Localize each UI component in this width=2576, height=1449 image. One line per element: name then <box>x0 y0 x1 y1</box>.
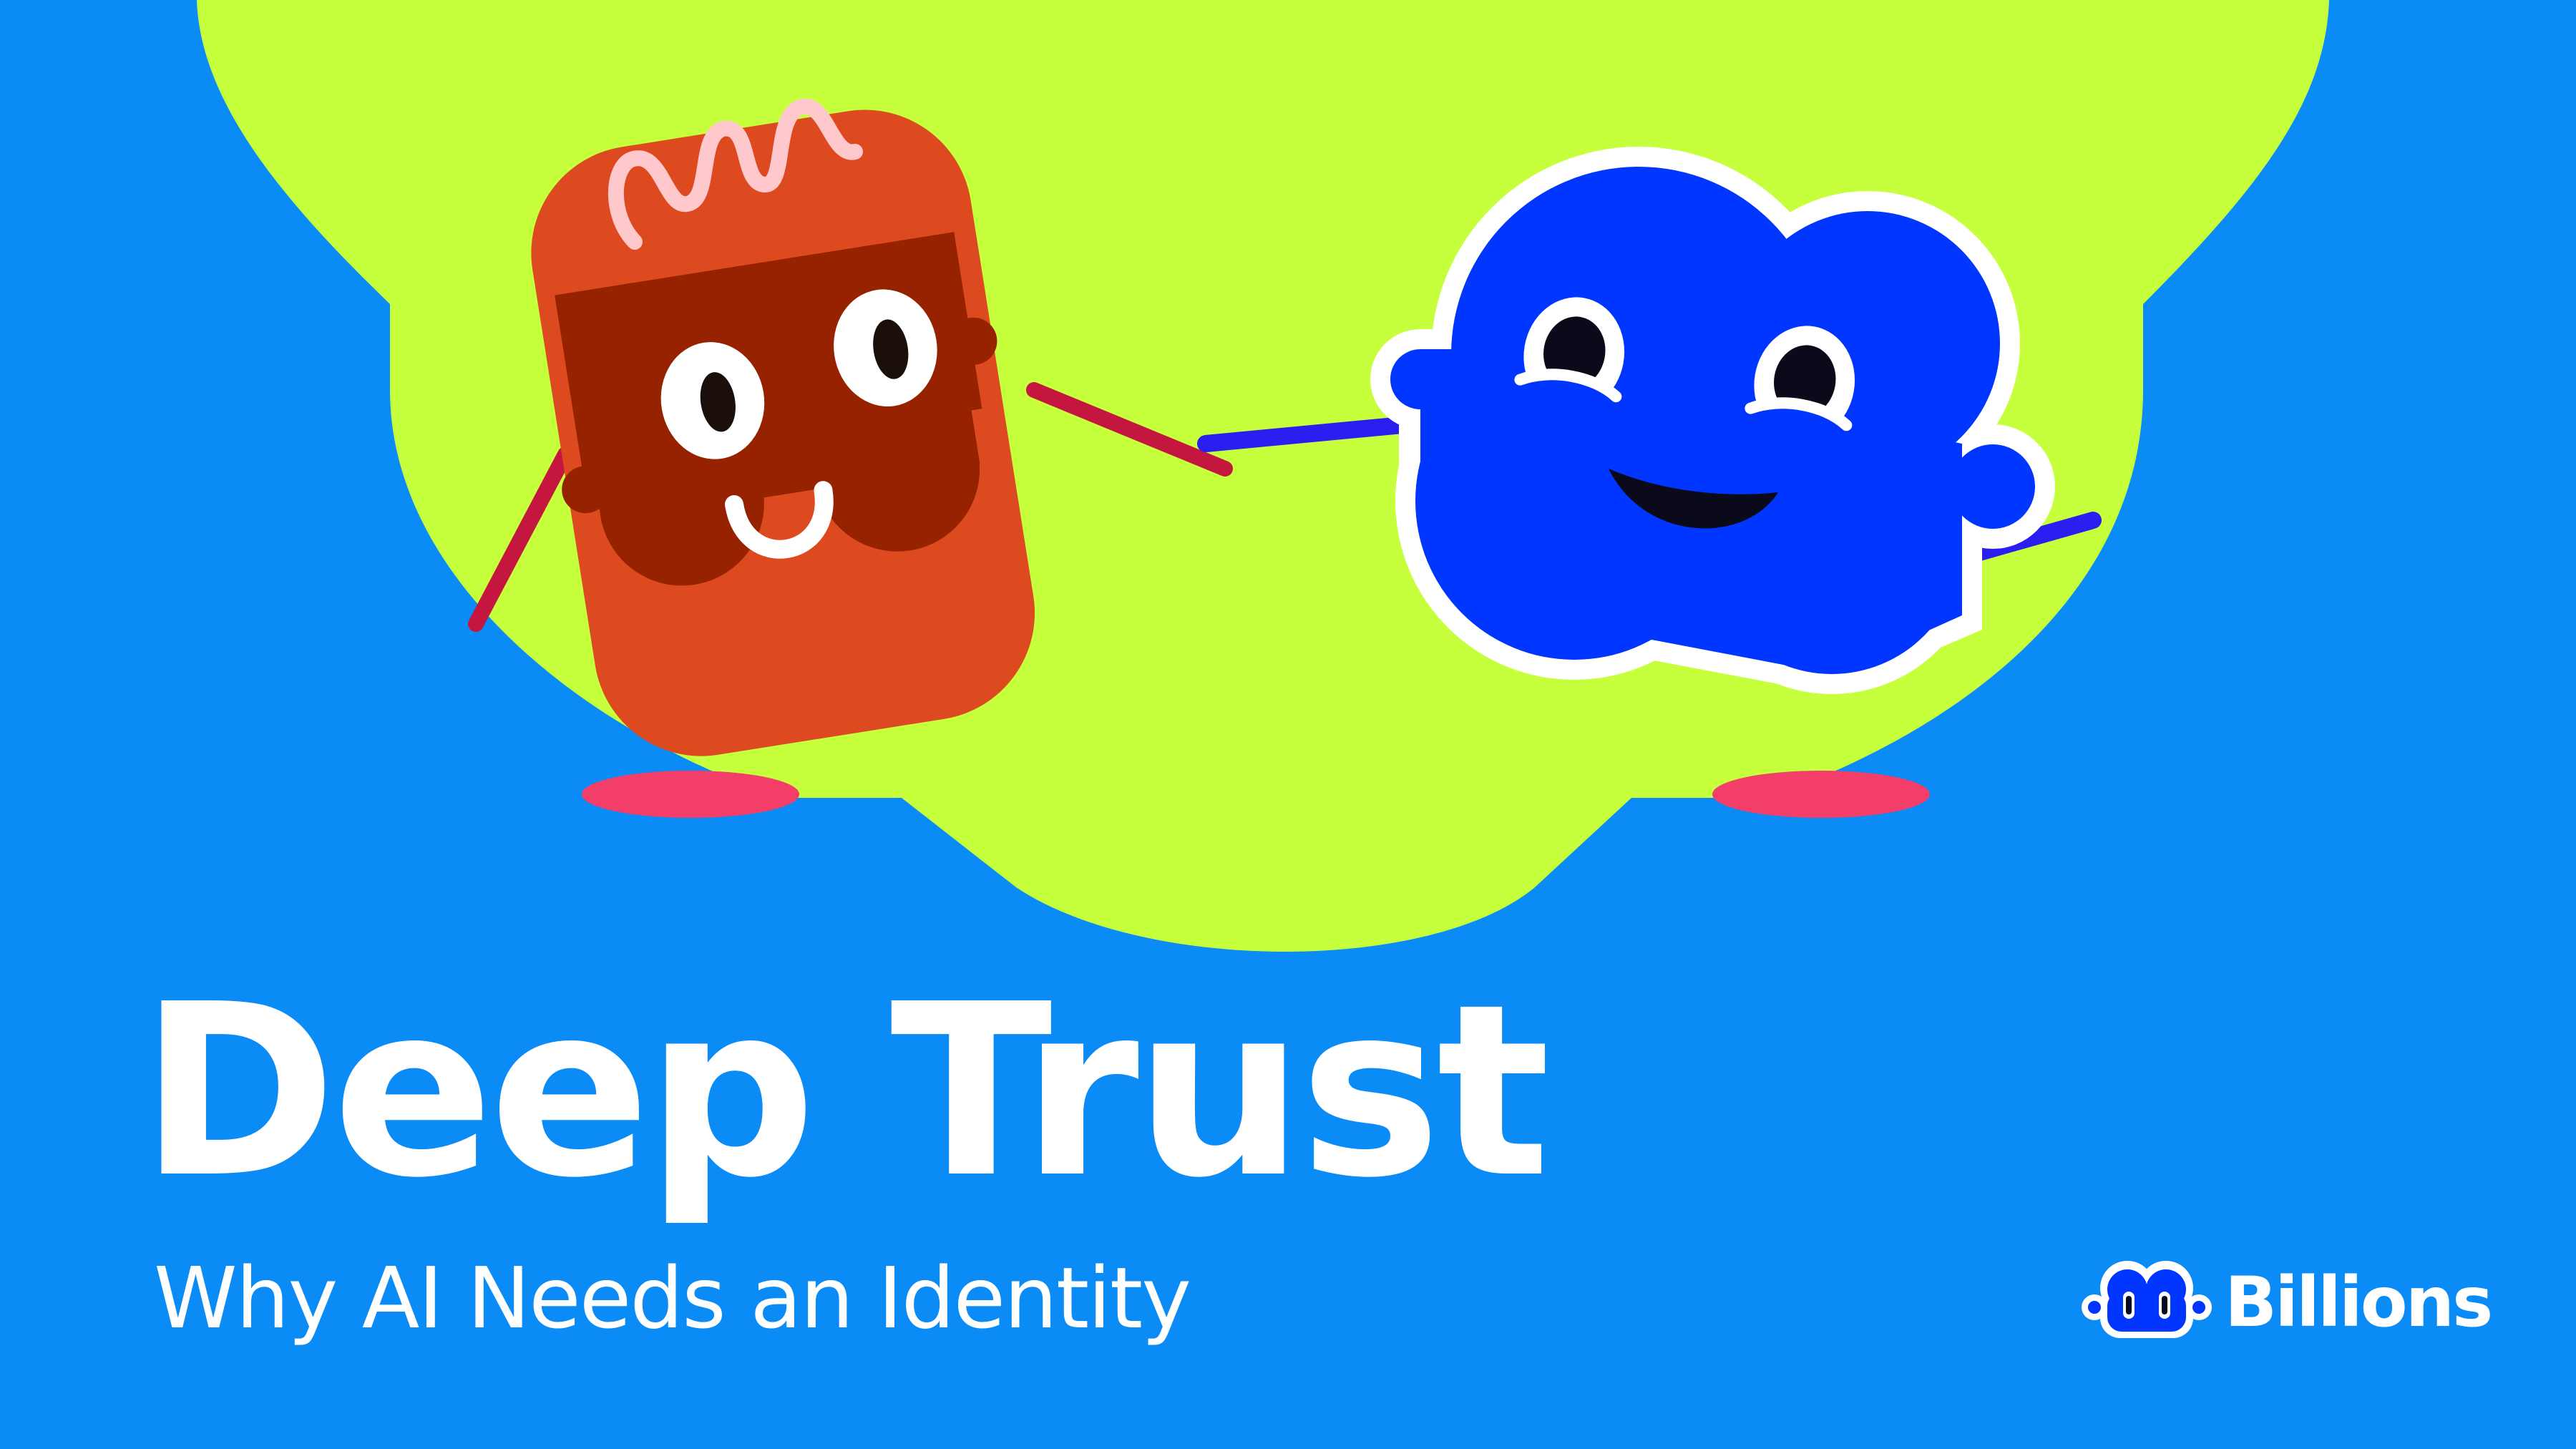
page-title: Deep Trust <box>140 954 1551 1230</box>
orange-character-foot <box>582 771 799 818</box>
billions-logo-icon <box>2082 1261 2212 1338</box>
page-subtitle: Why AI Needs an Identity <box>154 1249 1191 1347</box>
hero-illustration <box>197 0 2329 952</box>
blue-character-foot <box>1712 771 1930 818</box>
brand-logo: Billions <box>2079 1256 2493 1349</box>
brand-name: Billions <box>2225 1262 2493 1342</box>
